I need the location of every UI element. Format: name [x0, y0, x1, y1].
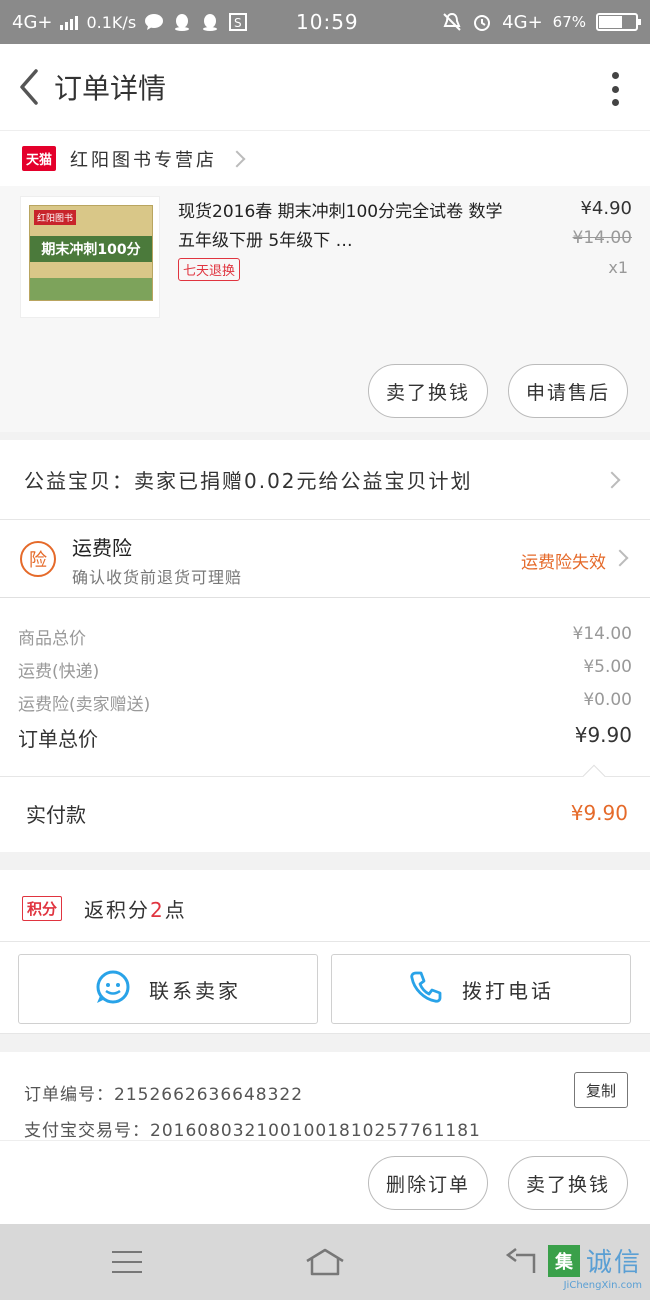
- home-icon: [306, 1248, 344, 1276]
- chevron-right-icon: [611, 549, 629, 567]
- chevron-left-icon: [20, 69, 38, 105]
- original-price: ¥14.00: [572, 228, 632, 248]
- chat-bubble-icon: [95, 969, 131, 1010]
- order-total-value: ¥9.90: [574, 723, 632, 747]
- network-label-right: 4G+: [502, 11, 543, 33]
- price-value: ¥14.00: [572, 624, 632, 644]
- product-quantity: x1: [608, 258, 628, 277]
- cover-brand: 红阳图书: [34, 210, 77, 225]
- points-text: 返积分2点: [84, 898, 187, 922]
- payment-label: 实付款: [26, 803, 86, 827]
- price-value: ¥5.00: [583, 657, 632, 677]
- watermark-url: JiChengXin.com: [563, 1280, 642, 1291]
- price-summary: 商品总价 ¥14.00 运费(快递) ¥5.00 运费险(卖家赠送) ¥0.00…: [0, 598, 650, 776]
- points-badge: 积分: [22, 896, 63, 921]
- back-button[interactable]: [4, 44, 54, 130]
- charity-text: 公益宝贝：卖家已捐赠0.02元给公益宝贝计划: [24, 469, 473, 493]
- clock: 10:59: [296, 10, 359, 34]
- book-cover-image: 红阳图书 期末冲刺100分: [29, 205, 153, 301]
- watermark-mark: 集: [547, 1244, 580, 1277]
- svg-text:S: S: [234, 16, 242, 30]
- price-label: 商品总价: [18, 629, 86, 649]
- mute-icon: [442, 12, 462, 31]
- status-bar: 4G+ 0.1K/s S 10:59 4G+ 67%: [0, 0, 650, 44]
- contact-seller-label: 联系卖家: [149, 978, 241, 1003]
- product-title[interactable]: 现货2016春 期末冲刺100分完全试卷 数学 五年级下册 5年级下 …: [178, 198, 508, 256]
- battery-icon: [596, 13, 641, 31]
- product-item: 红阳图书 期末冲刺100分 现货2016春 期末冲刺100分完全试卷 数学 五年…: [0, 186, 650, 432]
- alarm-icon: [472, 13, 492, 31]
- after-sales-button[interactable]: 申请售后: [508, 364, 628, 418]
- signal-icon: [60, 14, 79, 30]
- shop-row[interactable]: 天猫 红阳图书专营店: [0, 130, 650, 186]
- contact-actions: 联系卖家 拨打电话: [0, 942, 650, 1034]
- chat-icon: [144, 13, 164, 31]
- price-value: ¥0.00: [583, 690, 632, 710]
- delete-order-button[interactable]: 删除订单: [368, 1156, 488, 1210]
- return-icon: [505, 1248, 536, 1273]
- price-label: 运费险(卖家赠送): [18, 695, 151, 715]
- chevron-right-icon: [228, 150, 246, 167]
- sell-exchange-button-2[interactable]: 卖了换钱: [508, 1156, 628, 1210]
- shipping-insurance-row[interactable]: 险 运费险 确认收货前退货可理赔 运费险失效: [0, 520, 650, 598]
- sell-exchange-button[interactable]: 卖了换钱: [368, 364, 488, 418]
- insurance-subtitle: 确认收货前退货可理赔: [72, 568, 243, 587]
- actual-payment-row: 实付款 ¥9.90: [0, 764, 650, 852]
- price-label: 运费(快递): [18, 662, 100, 682]
- price-row-insurance: 运费险(卖家赠送) ¥0.00: [18, 690, 632, 715]
- s-app-icon: S: [228, 13, 248, 31]
- net-speed: 0.1K/s: [86, 12, 137, 32]
- battery-percent: 67%: [552, 13, 586, 31]
- insurance-title: 运费险: [72, 536, 132, 560]
- order-total-row: 订单总价 ¥9.90: [18, 723, 632, 752]
- call-phone-label: 拨打电话: [462, 978, 554, 1003]
- qq-icon-2: [200, 13, 220, 31]
- price-row-shipping: 运费(快递) ¥5.00: [18, 657, 632, 682]
- menu-icon: [112, 1251, 142, 1273]
- menu-button[interactable]: [97, 1244, 157, 1280]
- order-number: 订单编号：2152662636648322: [24, 1085, 304, 1105]
- chevron-right-icon: [603, 471, 621, 489]
- price-row-goods: 商品总价 ¥14.00: [18, 624, 632, 649]
- payment-value: ¥9.90: [570, 801, 628, 825]
- call-phone-button[interactable]: 拨打电话: [331, 954, 631, 1024]
- back-system-button[interactable]: [490, 1244, 550, 1280]
- points-row: 积分 返积分2点: [0, 870, 650, 942]
- insurance-icon: 险: [20, 541, 56, 577]
- top-nav-bar: 订单详情: [0, 44, 650, 130]
- watermark-name: 诚信: [585, 1248, 642, 1278]
- order-info: 订单编号：2152662636648322 支付宝交易号：20160803210…: [0, 1052, 650, 1224]
- qq-icon: [172, 13, 192, 31]
- system-nav-bar: 集 诚信 JiChengXin.com: [0, 1224, 650, 1300]
- copy-button[interactable]: 复制: [574, 1072, 628, 1108]
- page-title: 订单详情: [54, 72, 167, 105]
- product-price: ¥4.90: [580, 198, 632, 219]
- alipay-transaction-number: 支付宝交易号：2016080321001001810257761181: [24, 1121, 481, 1141]
- points-count: 2: [150, 898, 165, 922]
- tmall-badge: 天猫: [22, 146, 57, 171]
- cover-title: 期末冲刺100分: [30, 236, 152, 262]
- network-label: 4G+: [12, 11, 53, 33]
- insurance-status: 运费险失效: [521, 553, 606, 573]
- home-button[interactable]: [295, 1244, 355, 1280]
- order-total-label: 订单总价: [18, 727, 98, 751]
- product-thumbnail[interactable]: 红阳图书 期末冲刺100分: [20, 196, 160, 318]
- contact-seller-button[interactable]: 联系卖家: [18, 954, 318, 1024]
- charity-row[interactable]: 公益宝贝：卖家已捐赠0.02元给公益宝贝计划: [0, 440, 650, 520]
- watermark-logo: 集 诚信 JiChengXin.com: [547, 1242, 642, 1291]
- more-menu-button[interactable]: [610, 72, 620, 106]
- phone-icon: [408, 969, 444, 1010]
- return-badge: 七天退换: [178, 258, 241, 281]
- shop-name: 红阳图书专营店: [70, 149, 218, 171]
